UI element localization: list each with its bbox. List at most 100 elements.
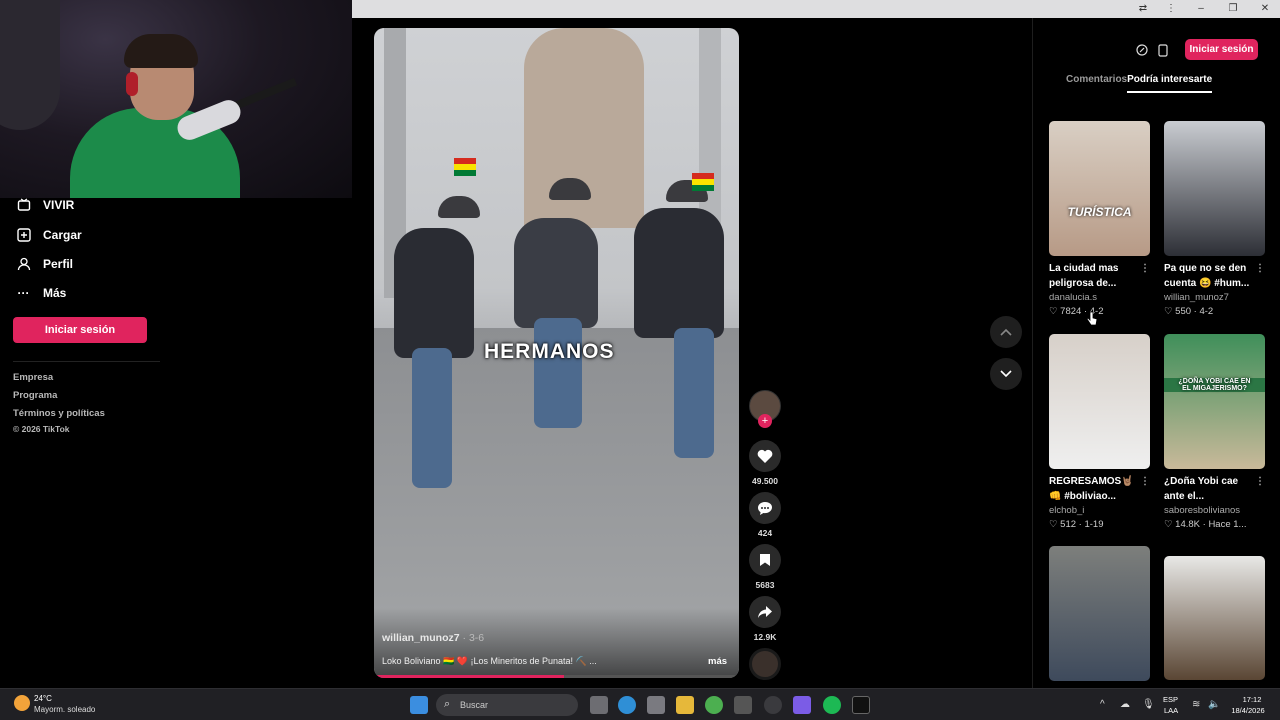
card-thumbnail[interactable]: [1049, 546, 1150, 681]
spotify-icon[interactable]: [823, 696, 841, 714]
store-icon[interactable]: [647, 696, 665, 714]
kebab-icon[interactable]: ⋮: [1140, 261, 1150, 276]
bolivia-flag: [454, 158, 476, 176]
footer-link-program[interactable]: Programa: [13, 390, 57, 401]
video-player[interactable]: HERMANOS willian_munoz7 · 3-6 Loko Boliv…: [374, 28, 739, 678]
card-thumbnail[interactable]: TURÍSTICA: [1049, 121, 1150, 256]
video-progress-fill: [374, 675, 564, 678]
clock-time[interactable]: 17:12: [1236, 695, 1268, 704]
thumbnail-text: ¿DOÑA YOBI CAE EN EL MIGAJERISMO?: [1164, 378, 1265, 392]
app-icon[interactable]: [734, 696, 752, 714]
like-count: 49.500: [752, 476, 778, 486]
card-thumbnail[interactable]: [1164, 556, 1265, 680]
tab-comments[interactable]: Comentarios: [1066, 74, 1127, 93]
footer-link-terms[interactable]: Términos y políticas: [13, 408, 105, 419]
volume-icon[interactable]: 🔈: [1208, 699, 1220, 710]
tab-suggested[interactable]: Podría interesarte: [1127, 74, 1213, 93]
card-thumbnail[interactable]: ¿DOÑA YOBI CAE EN EL MIGAJERISMO?: [1164, 334, 1265, 469]
search-label: Buscar: [460, 700, 489, 710]
previous-video-button[interactable]: [990, 316, 1022, 348]
suggested-video-card[interactable]: TURÍSTICA La ciudad mas peligrosa de... ⋮…: [1049, 121, 1150, 317]
webcam-overlay: [0, 0, 352, 198]
more-link[interactable]: más: [708, 656, 727, 667]
sidebar-item-label: VIVIR: [43, 198, 75, 212]
video-progress-bar[interactable]: [374, 675, 739, 678]
panel-tabs: Comentarios Podría interesarte: [1066, 74, 1213, 93]
sidebar-item-profile[interactable]: Perfil: [16, 253, 73, 275]
suggested-video-card[interactable]: REGRESAMOS🤘🏽 👊 #boliviao... ⋮ elchob_i ♡ …: [1049, 334, 1150, 530]
edge-icon[interactable]: [618, 696, 636, 714]
cloud-icon[interactable]: ☁: [1120, 699, 1130, 710]
clock-date[interactable]: 18/4/2026: [1226, 706, 1270, 715]
save-button[interactable]: [749, 544, 781, 576]
weather-temperature[interactable]: 24°C: [34, 694, 52, 703]
card-likes: 550: [1175, 306, 1192, 317]
taskbar-search[interactable]: ⌕ Buscar: [436, 694, 578, 716]
panel-login-button[interactable]: Iniciar sesión: [1185, 39, 1258, 60]
card-likes: 7824: [1060, 306, 1082, 317]
suggested-video-card[interactable]: [1164, 556, 1265, 680]
card-author[interactable]: elchob_i: [1049, 505, 1150, 516]
upload-icon: [16, 228, 31, 243]
dancer-middle-legs: [534, 318, 582, 428]
card-title[interactable]: REGRESAMOS🤘🏽 👊 #boliviao... ⋮: [1049, 474, 1150, 504]
sidebar-login-button[interactable]: Iniciar sesión: [13, 317, 147, 343]
translate-icon[interactable]: ⇄: [1132, 1, 1154, 17]
card-meta: ♡ 550 · 4-2: [1164, 306, 1214, 317]
card-title-text: Pa que no se den cuenta 😆 #hum...: [1164, 263, 1250, 289]
card-thumbnail[interactable]: [1164, 121, 1265, 256]
chevron-up-icon[interactable]: ^: [1100, 699, 1105, 710]
card-author[interactable]: saboresbolivianos: [1164, 505, 1265, 516]
card-thumbnail[interactable]: [1049, 334, 1150, 469]
sidebar-item-upload[interactable]: Cargar: [16, 224, 82, 246]
dancer-right: [634, 208, 724, 338]
chrome-icon[interactable]: [705, 696, 723, 714]
file-explorer-icon[interactable]: [676, 696, 694, 714]
author-name[interactable]: willian_munoz7: [382, 632, 460, 644]
kebab-icon[interactable]: ⋮: [1255, 474, 1265, 489]
microphone-icon[interactable]: 🎙: [1142, 699, 1155, 710]
keyboard-layout[interactable]: LAA: [1164, 706, 1178, 715]
minimize-button[interactable]: –: [1190, 1, 1212, 17]
like-button[interactable]: [749, 440, 781, 472]
close-button[interactable]: ✕: [1254, 1, 1276, 17]
kebab-icon[interactable]: ⋮: [1255, 261, 1265, 276]
music-disc[interactable]: [749, 648, 781, 680]
video-author[interactable]: willian_munoz7 · 3-6: [382, 632, 484, 644]
tiktok-icon[interactable]: [852, 696, 870, 714]
suggested-video-card[interactable]: Pa que no se den cuenta 😆 #hum... ⋮ willi…: [1164, 121, 1265, 317]
next-video-button[interactable]: [990, 358, 1022, 390]
task-view-icon[interactable]: [590, 696, 608, 714]
kebab-icon[interactable]: ⋮: [1140, 474, 1150, 489]
card-likes: 512: [1060, 519, 1077, 530]
sidebar-item-more[interactable]: ··· Más: [16, 282, 67, 304]
suggested-video-card[interactable]: [1049, 546, 1150, 681]
card-title[interactable]: Pa que no se den cuenta 😆 #hum... ⋮: [1164, 261, 1265, 291]
card-author[interactable]: willian_munoz7: [1164, 292, 1265, 303]
search-icon: ⌕: [444, 698, 451, 710]
card-title[interactable]: La ciudad mas peligrosa de... ⋮: [1049, 261, 1150, 291]
menu-dots-icon[interactable]: ⋮: [1160, 1, 1182, 17]
weather-description[interactable]: Mayorm. soleado: [34, 705, 95, 714]
suggested-video-card[interactable]: ¿DOÑA YOBI CAE EN EL MIGAJERISMO? ¿Doña …: [1164, 334, 1265, 530]
weather-icon[interactable]: [14, 695, 30, 711]
language-code[interactable]: ESP: [1163, 695, 1178, 704]
follow-plus-icon[interactable]: +: [758, 414, 772, 428]
share-button[interactable]: [749, 596, 781, 628]
video-overlay-text: HERMANOS: [484, 340, 615, 363]
card-author[interactable]: danalucia.s: [1049, 292, 1150, 303]
app-grid-icon[interactable]: [793, 696, 811, 714]
dancer-middle: [514, 218, 598, 328]
device-icon[interactable]: [1152, 40, 1174, 60]
obs-icon[interactable]: [764, 696, 782, 714]
dancer-right-legs: [674, 328, 714, 458]
coin-icon[interactable]: [1131, 40, 1153, 60]
card-title-text: REGRESAMOS🤘🏽 👊 #boliviao...: [1049, 476, 1134, 502]
footer-link-company[interactable]: Empresa: [13, 372, 53, 383]
comment-button[interactable]: [749, 492, 781, 524]
start-windows-icon[interactable]: [410, 696, 428, 714]
dancer-left: [394, 228, 474, 358]
card-title[interactable]: ¿Doña Yobi cae ante el... ⋮: [1164, 474, 1265, 504]
wifi-icon[interactable]: ≋: [1192, 699, 1200, 710]
maximize-button[interactable]: ❐: [1222, 1, 1244, 17]
